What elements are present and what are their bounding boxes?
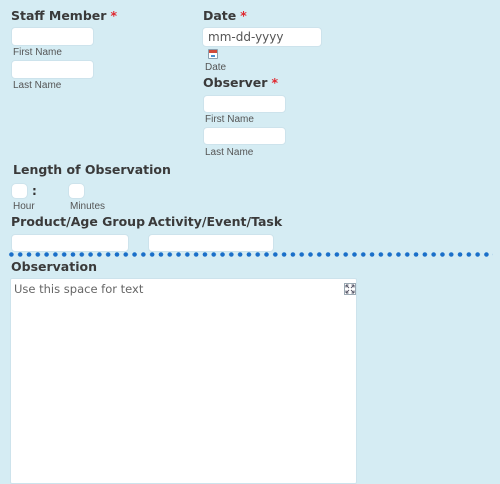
observer-first-name-input[interactable] — [203, 95, 286, 113]
date-sublabel: Date — [205, 62, 227, 73]
observation-label: Observation — [11, 259, 97, 274]
staff-first-name-label: First Name — [13, 47, 62, 58]
calendar-icon[interactable] — [208, 49, 218, 59]
staff-member-label-text: Staff Member — [11, 8, 107, 23]
minutes-label: Minutes — [70, 201, 106, 212]
required-asterisk: * — [271, 75, 278, 90]
time-separator: : — [32, 184, 37, 198]
dotted-divider — [7, 252, 493, 257]
length-of-observation-label: Length of Observation — [13, 162, 171, 177]
activity-event-task-label: Activity/Event/Task — [148, 214, 283, 229]
staff-last-name-label: Last Name — [13, 80, 62, 91]
staff-member-label: Staff Member * — [11, 8, 117, 23]
required-asterisk: * — [240, 8, 247, 23]
expand-icon[interactable] — [344, 283, 356, 295]
hour-label: Hour — [13, 201, 35, 212]
minutes-input[interactable] — [68, 183, 85, 199]
observer-last-name-label: Last Name — [205, 147, 254, 158]
date-input[interactable]: mm-dd-yyyy — [202, 27, 322, 47]
observer-first-name-label: First Name — [205, 114, 254, 125]
activity-event-task-input[interactable] — [148, 234, 274, 252]
staff-first-name-input[interactable] — [11, 27, 94, 46]
staff-last-name-input[interactable] — [11, 60, 94, 79]
required-asterisk: * — [110, 8, 117, 23]
date-label-text: Date — [203, 8, 237, 23]
observer-label-text: Observer — [203, 75, 268, 90]
observation-placeholder: Use this space for text — [14, 282, 144, 296]
hour-input[interactable] — [11, 183, 28, 199]
observer-label: Observer * — [203, 75, 278, 90]
date-label: Date * — [203, 8, 247, 23]
observation-textarea[interactable]: Use this space for text — [10, 278, 357, 484]
product-age-group-input[interactable] — [11, 234, 129, 252]
product-age-group-label: Product/Age Group — [11, 214, 146, 229]
observer-last-name-input[interactable] — [203, 127, 286, 145]
